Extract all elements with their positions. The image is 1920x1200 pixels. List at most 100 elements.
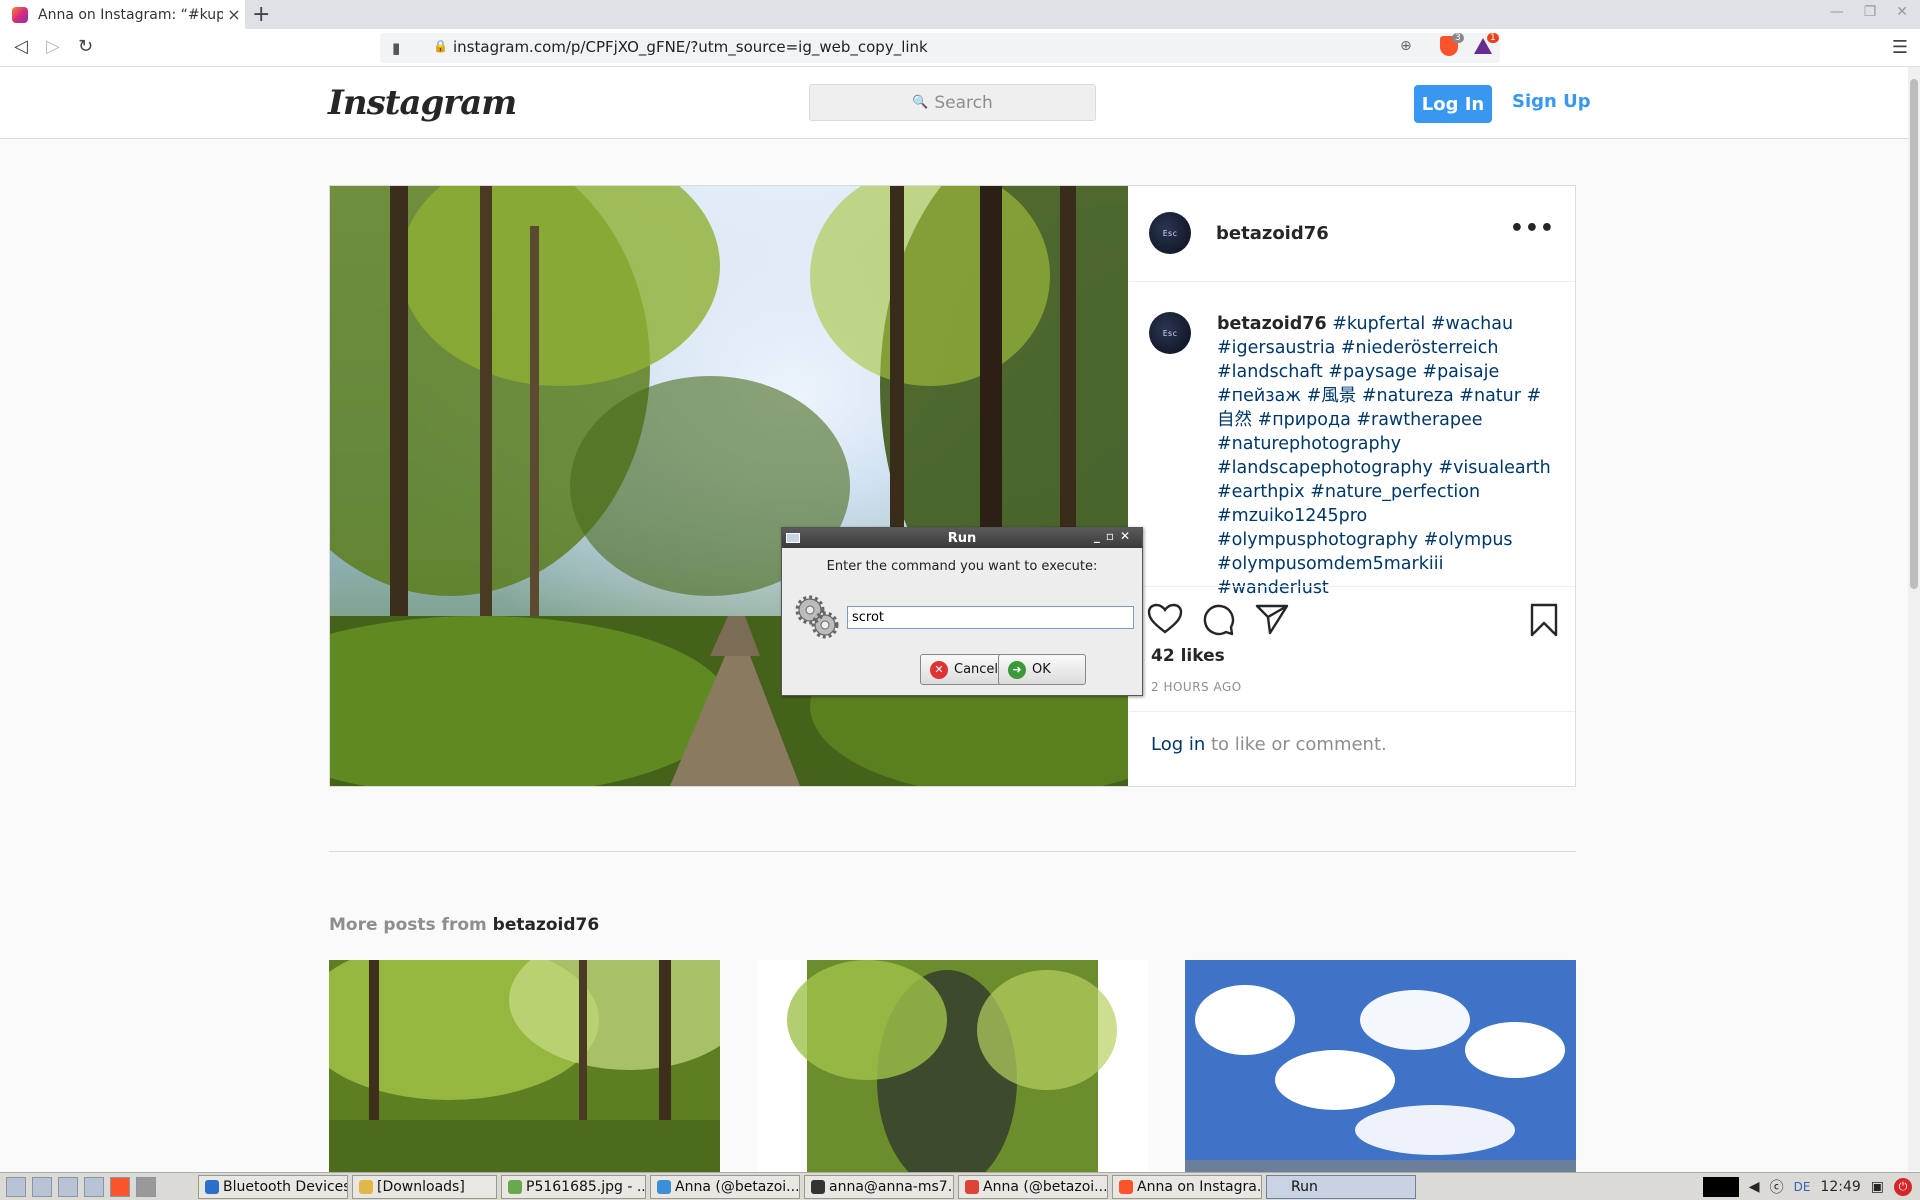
thumbnail-rock-image (757, 960, 1148, 1172)
tray-arrow-icon[interactable]: ◀ (1749, 1179, 1760, 1195)
login-to-comment: Log in to like or comment. (1129, 711, 1575, 786)
tray-p-icon[interactable]: ⓒ (1770, 1177, 1784, 1197)
post-caption: betazoid76 #kupfertal #wachau #igersaust… (1217, 312, 1557, 600)
vertical-scrollbar[interactable] (1908, 67, 1920, 1171)
minimize-icon[interactable]: — (1830, 4, 1844, 20)
brave-launcher-icon[interactable] (110, 1176, 130, 1197)
more-options-icon[interactable]: ••• (1510, 216, 1555, 241)
search-input[interactable]: 🔍 Search (809, 84, 1096, 121)
bluetooth-icon (205, 1179, 219, 1194)
close-tab-icon[interactable]: × (223, 5, 245, 24)
quick-launch (0, 1176, 198, 1197)
taskbar-item-active[interactable]: Run (1266, 1174, 1416, 1199)
post-sidebar: Esc betazoid76 ••• Esc betazoid76 #kupfe… (1129, 186, 1575, 786)
taskbar-item-label: [Downloads] (377, 1178, 465, 1195)
scrollbar-thumb[interactable] (1910, 79, 1918, 589)
post-actions (1129, 586, 1575, 646)
taskbar-item-label: anna@anna-ms7... (829, 1178, 954, 1195)
taskbar-item[interactable]: Anna on Instagra... (1112, 1174, 1262, 1199)
login-button[interactable]: Log In (1414, 85, 1492, 123)
forest-photo-image (330, 186, 1128, 786)
share-icon[interactable] (1255, 603, 1289, 635)
instagram-header: Instagram 🔍 Search Log In Sign Up (0, 67, 1908, 139)
browser-tab-bar: Anna on Instagram: “#kupfe × + — ❐ ✕ (0, 0, 1920, 29)
back-icon[interactable]: ◁ (14, 36, 28, 57)
run-dialog-titlebar[interactable]: Run _▫✕ (782, 528, 1142, 548)
taskbar-item-label: Anna (@betazoi... (983, 1178, 1108, 1195)
system-tray: ◀ ⓒ DE 12:49 ▣ ⏻ (1702, 1173, 1920, 1200)
rewards-count: 1 (1487, 33, 1499, 43)
taskbar-item[interactable]: Anna (@betazoi... (650, 1174, 800, 1199)
cancel-button[interactable]: ✕ Cancel (920, 654, 1009, 685)
brave-shield-count: 3 (1452, 33, 1464, 43)
section-divider (329, 851, 1576, 852)
post-thumbnail[interactable] (1185, 960, 1576, 1172)
more-posts-label: More posts from (329, 915, 493, 935)
terminal-icon[interactable] (84, 1176, 104, 1197)
desktop-pager-icon[interactable] (136, 1176, 156, 1197)
browser-tab-active[interactable]: Anna on Instagram: “#kupfe × (0, 0, 245, 29)
caption-avatar[interactable]: Esc (1149, 312, 1191, 354)
command-input[interactable] (847, 606, 1134, 629)
new-tab-button[interactable]: + (252, 2, 270, 27)
browser-menu-icon[interactable]: ☰ (1892, 37, 1908, 58)
forward-icon[interactable]: ▷ (46, 36, 60, 57)
keyboard-layout[interactable]: DE (1794, 1180, 1811, 1194)
maximize-icon[interactable]: ❐ (1864, 4, 1877, 20)
caption-hashtags[interactable]: #kupfertal #wachau #igersaustria #nieder… (1217, 314, 1551, 598)
taskbar-item[interactable]: Anna (@betazoi... (958, 1174, 1108, 1199)
thumbnail-forest-image (329, 960, 720, 1172)
ok-arrow-icon: ➜ (1008, 660, 1026, 679)
taskbar-item-label: Anna (@betazoi... (675, 1178, 800, 1195)
ok-button[interactable]: ➜ OK (998, 654, 1086, 685)
login-link[interactable]: Log in (1151, 734, 1205, 755)
signup-link[interactable]: Sign Up (1512, 91, 1591, 112)
taskbar-item-label: P5161685.jpg - ... (526, 1178, 646, 1195)
folder-icon (359, 1179, 373, 1194)
avatar[interactable]: Esc (1149, 212, 1191, 254)
dialog-window-controls[interactable]: _▫✕ (1094, 529, 1136, 543)
show-desktop-icon[interactable] (32, 1176, 52, 1197)
post-thumbnail[interactable] (329, 960, 720, 1172)
brave-icon (1119, 1179, 1133, 1194)
post-photo[interactable] (330, 186, 1128, 786)
close-window-icon[interactable]: ✕ (1896, 4, 1908, 20)
more-posts-heading: More posts from betazoid76 (329, 915, 599, 935)
instagram-favicon-icon (12, 6, 28, 23)
cancel-icon: ✕ (930, 660, 948, 679)
instagram-logo[interactable]: Instagram (328, 83, 517, 123)
like-heart-icon[interactable] (1147, 603, 1183, 635)
bookmark-icon[interactable]: ▮ (392, 39, 400, 57)
comment-icon[interactable] (1201, 603, 1235, 637)
screen-icon[interactable]: ▣ (1871, 1179, 1884, 1195)
taskbar-item[interactable]: Bluetooth Devices (198, 1174, 348, 1199)
post-thumbnail[interactable] (757, 960, 1148, 1172)
post-username[interactable]: betazoid76 (1216, 223, 1329, 244)
start-menu-icon[interactable] (6, 1176, 26, 1197)
window-icon (1273, 1179, 1287, 1194)
taskbar-item-label: Bluetooth Devices (223, 1178, 348, 1195)
run-dialog: Run _▫✕ Enter the command you want to ex… (781, 527, 1143, 696)
post-timestamp[interactable]: 2 HOURS AGO (1151, 680, 1242, 694)
taskbar-item[interactable]: [Downloads] (352, 1174, 497, 1199)
reload-icon[interactable]: ↻ (78, 36, 93, 57)
likes-count[interactable]: 42 likes (1151, 646, 1225, 666)
clock[interactable]: 12:49 (1820, 1179, 1860, 1195)
post-header: Esc betazoid76 ••• (1129, 186, 1575, 282)
more-posts-username[interactable]: betazoid76 (493, 915, 600, 935)
lock-icon[interactable]: 🔒 (433, 39, 448, 53)
caption-username[interactable]: betazoid76 (1217, 314, 1327, 334)
taskbar-item[interactable]: P5161685.jpg - ... (501, 1174, 646, 1199)
post-card: Esc betazoid76 ••• Esc betazoid76 #kupfe… (329, 185, 1576, 787)
taskbar-item-label: Run (1291, 1178, 1318, 1195)
file-manager-icon[interactable] (58, 1176, 78, 1197)
zoom-icon[interactable]: ⊕ (1400, 38, 1412, 54)
chrome-icon (965, 1179, 979, 1194)
power-icon[interactable]: ⏻ (1894, 1178, 1912, 1196)
run-dialog-title: Run (947, 530, 977, 546)
taskbar-item[interactable]: anna@anna-ms7... (804, 1174, 954, 1199)
save-bookmark-icon[interactable] (1529, 603, 1559, 637)
url-text[interactable]: instagram.com/p/CPFjXO_gFNE/?utm_source=… (453, 38, 928, 56)
tray-monitor (1702, 1177, 1739, 1197)
login-suffix-text: to like or comment. (1205, 734, 1387, 755)
